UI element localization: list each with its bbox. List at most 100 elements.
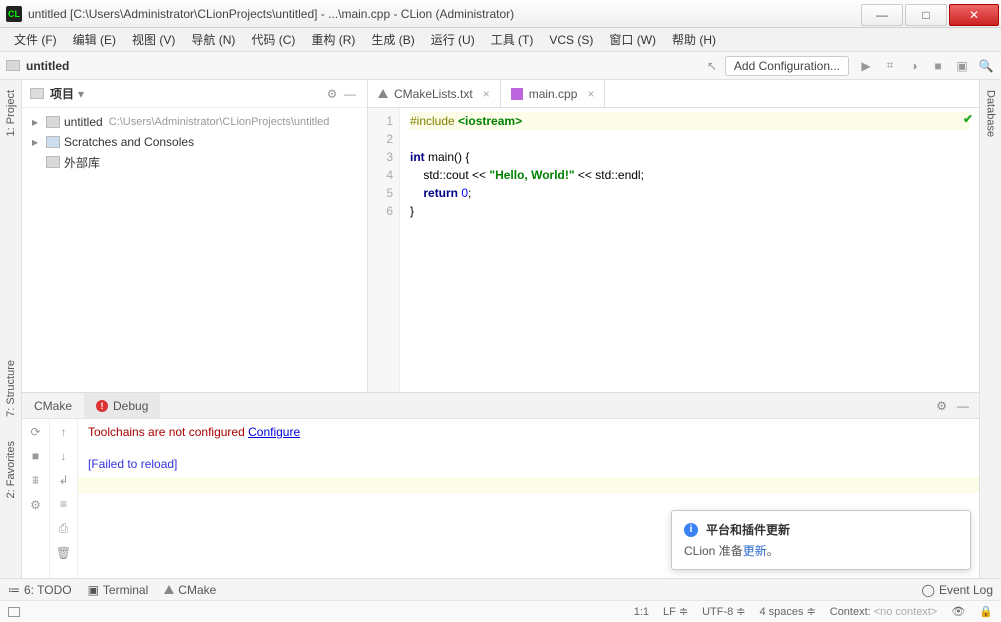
menu-build[interactable]: 生成 (B): [363, 28, 422, 52]
tab-main-cpp[interactable]: main.cpp ×: [501, 80, 606, 107]
tool-event-log[interactable]: ◯ Event Log: [922, 583, 993, 597]
down-icon[interactable]: ↓: [61, 449, 67, 463]
encoding[interactable]: UTF-8 ≑: [702, 605, 745, 618]
menu-edit[interactable]: 编辑 (E): [65, 28, 124, 52]
bottom-sidebar-2: ↑ ↓ ↲ ≡ ⎙ 🗑: [50, 419, 78, 578]
wrap-icon[interactable]: ↲: [58, 473, 68, 487]
statusbar: 1:1 LF ≑ UTF-8 ≑ 4 spaces ≑ Context: <no…: [0, 600, 1001, 622]
collapse-icon[interactable]: —: [341, 85, 359, 103]
left-tool-stripe: 1: Project 7: Structure 2: Favorites: [0, 80, 22, 578]
menu-file[interactable]: 文件 (F): [6, 28, 65, 52]
editor-tabs: CMakeLists.txt × main.cpp ×: [368, 80, 979, 108]
folder-icon: [30, 88, 44, 99]
breadcrumb-root[interactable]: untitled: [26, 59, 69, 73]
fail-line: [Failed to reload]: [88, 457, 969, 471]
configure-link[interactable]: Configure: [248, 425, 300, 439]
back-icon[interactable]: ↖: [703, 57, 721, 75]
trash-icon[interactable]: 🗑: [56, 546, 71, 560]
stop-icon[interactable]: ■: [929, 57, 947, 75]
error-icon: !: [96, 400, 108, 412]
tree-label: untitled: [64, 115, 103, 129]
tab-project[interactable]: 1: Project: [5, 84, 17, 142]
filter-icon[interactable]: ⩩: [32, 473, 38, 488]
toolwindows-icon[interactable]: [8, 607, 20, 617]
ok-check-icon: ✔: [963, 112, 973, 126]
gear-icon[interactable]: ⚙: [323, 85, 341, 103]
tool-cmake[interactable]: CMake: [164, 583, 216, 597]
info-icon: i: [684, 523, 698, 537]
dropdown-icon[interactable]: ▾: [78, 87, 84, 101]
expand-icon[interactable]: ▸: [32, 135, 42, 149]
indent[interactable]: 4 spaces ≑: [760, 605, 816, 618]
nav-toolbar: untitled ↖ Add Configuration... ▶ ⌗ ◑ ■ …: [0, 52, 1001, 80]
tree-row-scratches[interactable]: ▸ Scratches and Consoles: [22, 132, 367, 152]
tab-favorites[interactable]: 2: Favorites: [5, 435, 17, 504]
error-line: Toolchains are not configured Configure: [88, 425, 969, 439]
stop-icon[interactable]: ■: [32, 449, 39, 463]
expand-icon[interactable]: ▸: [32, 115, 42, 129]
right-tool-stripe: Database: [979, 80, 1001, 578]
app-icon: CL: [6, 6, 22, 22]
bottom-sidebar-1: ⟳ ■ ⩩ ⚙: [22, 419, 50, 578]
tree-row-external[interactable]: 外部库: [22, 152, 367, 172]
tool-todo[interactable]: ≔ 6: TODO: [8, 583, 72, 597]
folder-icon: [46, 116, 60, 128]
menu-view[interactable]: 视图 (V): [124, 28, 183, 52]
bottom-tab-cmake[interactable]: CMake: [22, 393, 84, 418]
coverage-icon[interactable]: ◑: [905, 57, 923, 75]
close-icon[interactable]: ×: [587, 87, 594, 101]
menu-tools[interactable]: 工具 (T): [483, 28, 542, 52]
context[interactable]: Context: <no context>: [830, 606, 938, 618]
menu-refactor[interactable]: 重构 (R): [303, 28, 363, 52]
cmake-icon: [378, 89, 388, 98]
tree-path: C:\Users\Administrator\CLionProjects\unt…: [109, 116, 330, 128]
scratch-icon: [46, 136, 60, 148]
bottom-tabs: CMake ! Debug ⚙ —: [22, 393, 979, 419]
tab-label: main.cpp: [529, 87, 578, 101]
close-button[interactable]: ✕: [949, 4, 999, 26]
tree-label: Scratches and Consoles: [64, 135, 194, 149]
library-icon: [46, 156, 60, 168]
tab-cmakelists[interactable]: CMakeLists.txt ×: [368, 80, 501, 107]
tool-terminal[interactable]: ▣ Terminal: [88, 583, 149, 597]
run-icon[interactable]: ▶: [857, 57, 875, 75]
notification-title: 平台和插件更新: [706, 521, 790, 538]
minimize-button[interactable]: —: [861, 4, 903, 26]
up-icon[interactable]: ↑: [61, 425, 67, 439]
layout-icon[interactable]: ▣: [953, 57, 971, 75]
folder-icon: [6, 60, 20, 71]
menu-run[interactable]: 运行 (U): [423, 28, 483, 52]
window-title: untitled [C:\Users\Administrator\CLionPr…: [28, 7, 861, 21]
notification-body: CLion 准备更新。: [684, 542, 958, 559]
update-link[interactable]: 更新: [743, 544, 767, 558]
tab-database[interactable]: Database: [985, 84, 997, 143]
caret-position[interactable]: 1:1: [634, 606, 649, 618]
cpp-icon: [511, 88, 523, 100]
notification-popup: i 平台和插件更新 CLion 准备更新。: [671, 510, 971, 570]
menu-code[interactable]: 代码 (C): [243, 28, 303, 52]
tree-row-project[interactable]: ▸ untitled C:\Users\Administrator\CLionP…: [22, 112, 367, 132]
menu-help[interactable]: 帮助 (H): [664, 28, 724, 52]
reload-icon[interactable]: ⟳: [30, 425, 40, 439]
gear-icon[interactable]: ⚙: [30, 498, 41, 512]
add-configuration-button[interactable]: Add Configuration...: [725, 56, 849, 76]
inspections-icon[interactable]: 👁: [951, 605, 965, 618]
debug-icon[interactable]: ⌗: [881, 57, 899, 75]
scroll-icon[interactable]: ≡: [60, 497, 67, 511]
close-icon[interactable]: ×: [483, 87, 490, 101]
print-icon[interactable]: ⎙: [59, 521, 69, 536]
project-tree: ▸ untitled C:\Users\Administrator\CLionP…: [22, 108, 367, 176]
tree-label: 外部库: [64, 154, 100, 171]
menu-vcs[interactable]: VCS (S): [541, 28, 601, 52]
line-separator[interactable]: LF ≑: [663, 605, 688, 618]
bottom-tab-debug[interactable]: ! Debug: [84, 393, 160, 418]
lock-icon[interactable]: 🔒: [979, 605, 993, 618]
gear-icon[interactable]: ⚙: [936, 399, 947, 413]
search-icon[interactable]: 🔍: [977, 57, 995, 75]
hide-icon[interactable]: —: [957, 399, 969, 413]
menu-window[interactable]: 窗口 (W): [601, 28, 664, 52]
maximize-button[interactable]: □: [905, 4, 947, 26]
menubar: 文件 (F) 编辑 (E) 视图 (V) 导航 (N) 代码 (C) 重构 (R…: [0, 28, 1001, 52]
tab-structure[interactable]: 7: Structure: [5, 354, 17, 423]
menu-navigate[interactable]: 导航 (N): [183, 28, 243, 52]
